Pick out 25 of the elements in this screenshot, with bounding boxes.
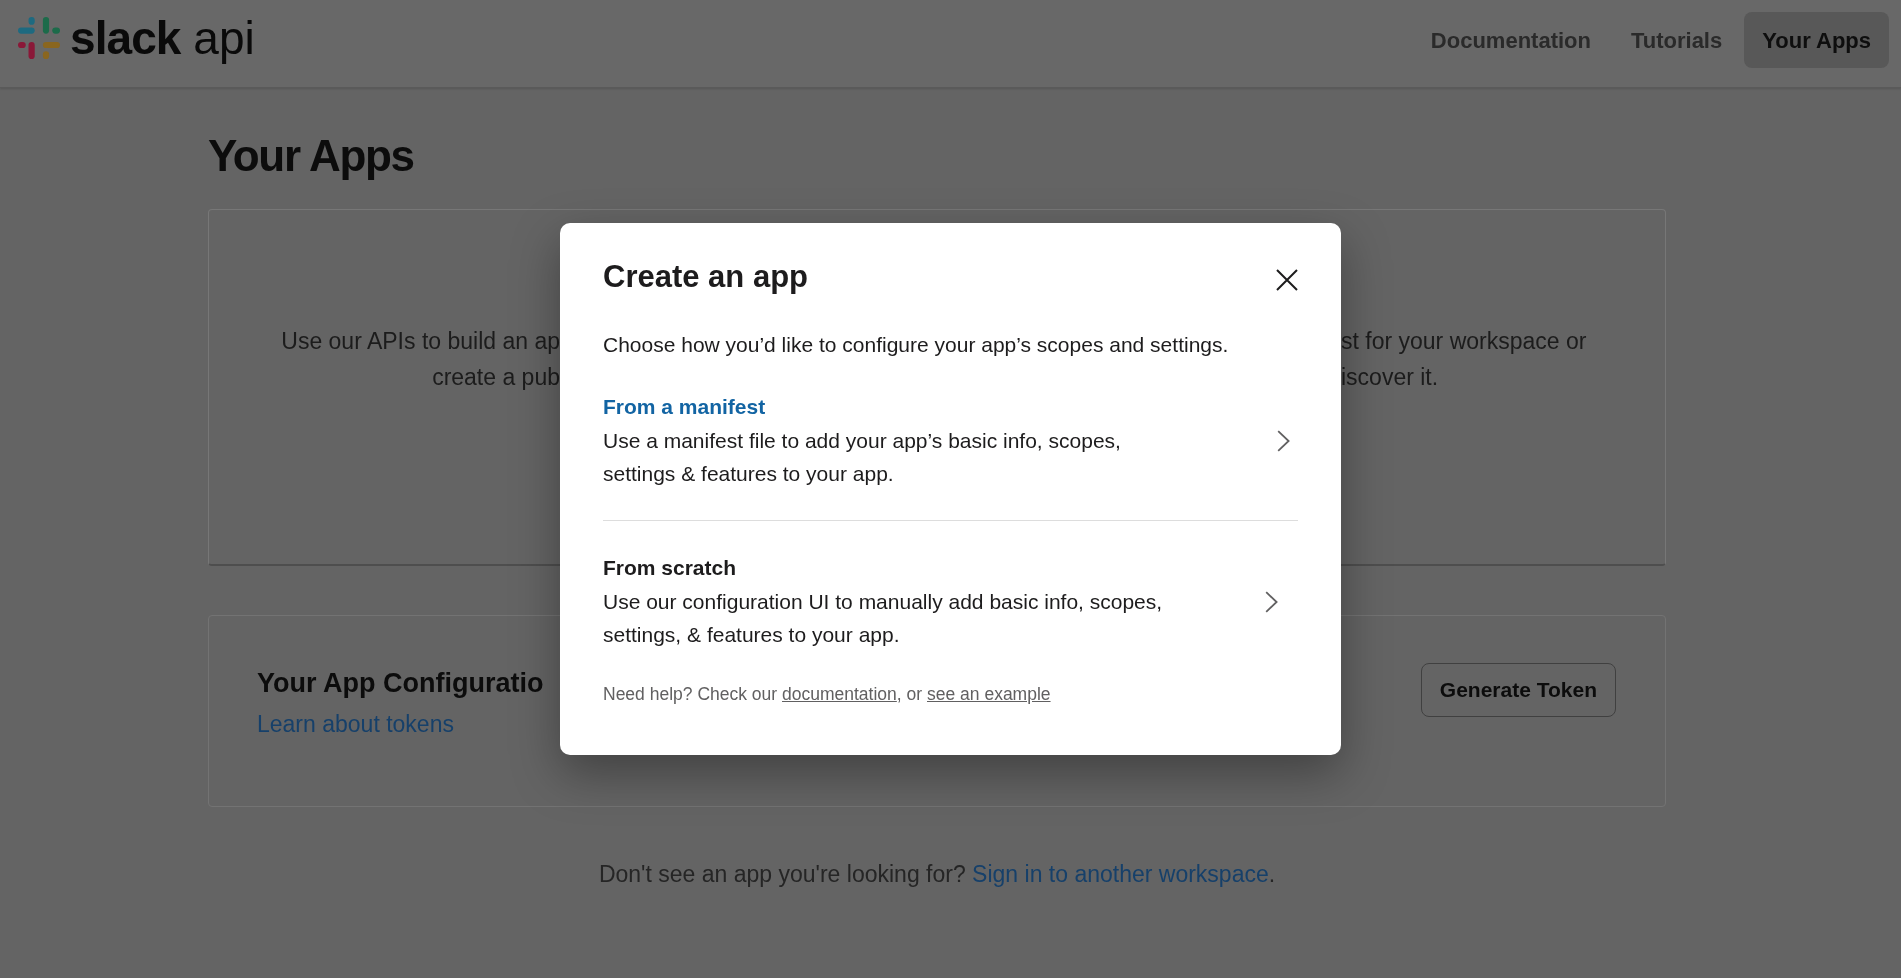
creation-option[interactable]: From scratch Use our configuration UI to manually add basic info, scopes, settings, & features to your app. bbox=[603, 520, 1298, 681]
generate-token-button[interactable]: Generate Token bbox=[1420, 663, 1616, 717]
intro-text: st for your workspace or bbox=[1341, 327, 1587, 356]
modal-description: Choose how you’d like to configure your app’s scopes and settings. bbox=[603, 332, 1230, 358]
close-button[interactable] bbox=[1276, 269, 1298, 291]
card-title: Your App Configuratio bbox=[257, 667, 544, 700]
logo-icon bbox=[18, 17, 60, 59]
chevron-icon bbox=[1277, 429, 1290, 452]
nav-tab[interactable]: Documentation bbox=[1412, 12, 1609, 68]
intro-text: iscover it. bbox=[1341, 363, 1439, 392]
tokens-link[interactable]: Learn about tokens bbox=[257, 710, 454, 738]
modal-title: Create an app bbox=[603, 258, 808, 296]
chevron-icon bbox=[1265, 590, 1278, 613]
help-text: Need help? Check our documentation, or see an example bbox=[603, 683, 1052, 706]
intro-text: create a pub bbox=[432, 363, 560, 392]
nav-tab[interactable]: Tutorials bbox=[1612, 12, 1741, 68]
intro-text: Use our APIs to build an ap bbox=[281, 327, 560, 356]
sign-in-link[interactable]: Sign in to another workspace bbox=[972, 861, 1269, 887]
close-icon bbox=[1276, 269, 1298, 291]
footer-text: Don't see an app you're looking for? Sign in to another workspace. bbox=[598, 860, 1276, 889]
creation-option[interactable]: From a manifest Use a manifest file to add your app’s basic info, scopes, settings & features to your app. bbox=[603, 360, 1298, 520]
page-title: Your Apps bbox=[208, 134, 414, 178]
example-link[interactable]: see an example bbox=[927, 684, 1051, 704]
nav-tab[interactable]: Your Apps bbox=[1744, 12, 1889, 68]
documentation-link[interactable]: documentation bbox=[782, 684, 897, 704]
